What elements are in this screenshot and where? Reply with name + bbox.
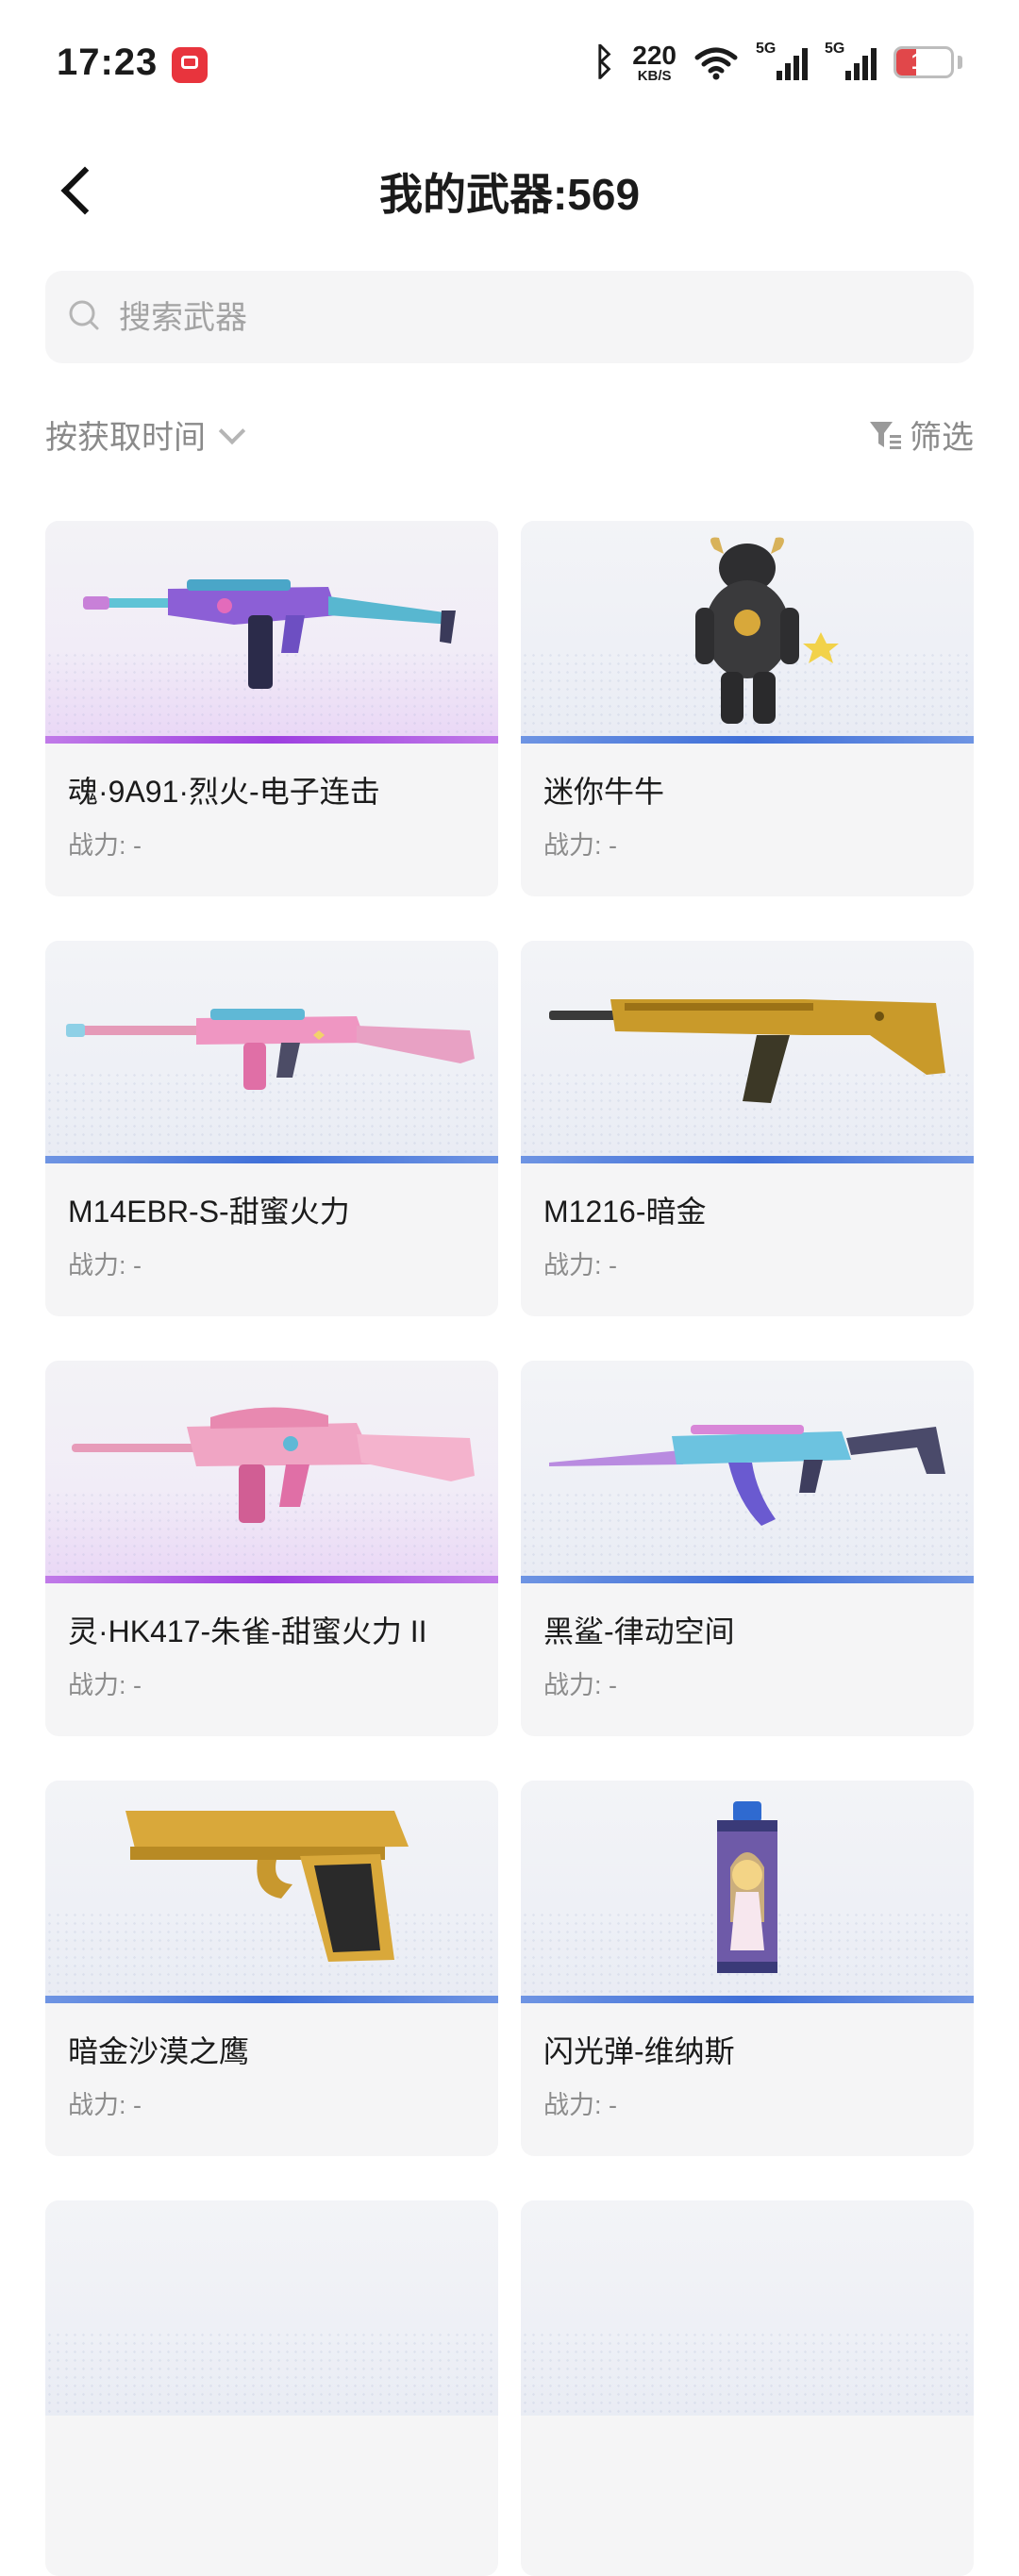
weapon-image <box>521 521 974 736</box>
weapon-card[interactable]: 迷你牛牛 战力: - <box>521 521 974 896</box>
search-icon <box>69 300 99 330</box>
status-time: 17:23 <box>57 42 159 83</box>
weapon-power: 战力: - <box>68 1251 142 1280</box>
rarity-bar <box>45 1156 498 1163</box>
rarity-bar <box>45 736 498 744</box>
weapon-card[interactable]: M14EBR-S-甜蜜火力 战力: - <box>45 941 498 1316</box>
app-notification-icon <box>172 47 208 83</box>
weapon-image <box>521 2200 974 2416</box>
rarity-bar <box>45 1576 498 1583</box>
network-speed-value: 220 <box>632 40 677 70</box>
weapon-card[interactable] <box>521 2200 974 2576</box>
network-speed-unit: KB/S <box>637 67 672 84</box>
weapon-card[interactable] <box>45 2200 498 2576</box>
status-icons: ᛒ 220 KB/S 5G 5G 15 <box>593 41 962 83</box>
weapon-card[interactable]: 魂·9A91·烈火-电子连击 战力: - <box>45 521 498 896</box>
weapon-power: 战力: - <box>68 831 142 860</box>
wifi-icon <box>694 47 738 80</box>
weapon-power: 战力: - <box>68 1671 142 1699</box>
pistol-icon <box>125 1811 409 1962</box>
bluetooth-icon: ᛒ <box>593 41 616 83</box>
weapon-power: 战力: - <box>543 2091 617 2119</box>
weapon-power: 战力: - <box>543 1671 617 1699</box>
weapon-name: 迷你牛牛 <box>543 775 665 809</box>
weapon-image <box>45 521 498 736</box>
weapon-name: M14EBR-S-甜蜜火力 <box>68 1195 350 1229</box>
battery-cap <box>958 56 962 69</box>
rarity-bar <box>521 1576 974 1583</box>
weapon-image <box>45 1781 498 1996</box>
smg-icon <box>83 579 456 689</box>
search-input[interactable] <box>117 271 951 365</box>
sim2-label: 5G <box>825 41 845 57</box>
weapon-image <box>45 941 498 1156</box>
shotgun-icon <box>549 999 945 1103</box>
page-title: 我的武器:569 <box>378 170 641 219</box>
search-bar[interactable] <box>45 271 974 365</box>
rifle-icon <box>549 1425 945 1526</box>
weapon-image <box>521 941 974 1156</box>
filter-label: 筛选 <box>910 420 974 456</box>
weapon-card[interactable]: 闪光弹-维纳斯 战力: - <box>521 1781 974 2156</box>
rifle-icon <box>72 1407 475 1523</box>
bull-figure-icon <box>695 537 839 724</box>
rarity-bar <box>521 1156 974 1163</box>
battery-icon: 15 <box>894 46 954 78</box>
rarity-bar <box>521 736 974 744</box>
weapon-name: 黑鲨-律动空间 <box>543 1614 735 1648</box>
signal-sim1-icon: 5G <box>756 41 808 80</box>
sort-dropdown[interactable]: 按获取时间 <box>45 411 246 458</box>
filter-button[interactable]: 筛选 <box>868 411 974 458</box>
weapon-card[interactable]: 暗金沙漠之鹰 战力: - <box>45 1781 498 2156</box>
sort-label: 按获取时间 <box>45 420 206 456</box>
weapon-name: 灵·HK417-朱雀-甜蜜火力 II <box>68 1614 427 1648</box>
signal-sim2-icon: 5G <box>825 41 877 80</box>
weapon-card[interactable]: M1216-暗金 战力: - <box>521 941 974 1316</box>
weapon-image <box>45 2200 498 2416</box>
rifle-icon <box>66 1009 475 1090</box>
weapon-image <box>521 1361 974 1576</box>
weapon-name: 魂·9A91·烈火-电子连击 <box>68 775 380 809</box>
weapon-image <box>521 1781 974 1996</box>
weapon-image <box>45 1361 498 1576</box>
weapon-name: 闪光弹-维纳斯 <box>543 2034 735 2068</box>
flashbang-icon <box>717 1801 777 1973</box>
weapon-name: 暗金沙漠之鹰 <box>68 2034 250 2068</box>
rarity-bar <box>521 1996 974 2003</box>
weapon-power: 战力: - <box>68 2091 142 2119</box>
network-speed: 220 KB/S <box>632 42 677 83</box>
weapon-card[interactable]: 黑鲨-律动空间 战力: - <box>521 1361 974 1736</box>
weapon-card[interactable]: 灵·HK417-朱雀-甜蜜火力 II 战力: - <box>45 1361 498 1736</box>
weapon-power: 战力: - <box>543 1251 617 1280</box>
chevron-down-icon <box>218 417 246 444</box>
status-bar: 17:23 ᛒ 220 KB/S 5G 5G 15 <box>0 0 1019 132</box>
filter-icon <box>870 421 901 449</box>
rarity-bar <box>45 1996 498 2003</box>
weapon-power: 战力: - <box>543 831 617 860</box>
weapon-grid: 魂·9A91·烈火-电子连击 战力: - 迷你牛牛 战力: - M14EBR-S… <box>45 521 974 2576</box>
sim1-label: 5G <box>756 41 777 57</box>
battery-level: 15 <box>910 49 937 75</box>
weapon-name: M1216-暗金 <box>543 1195 707 1229</box>
